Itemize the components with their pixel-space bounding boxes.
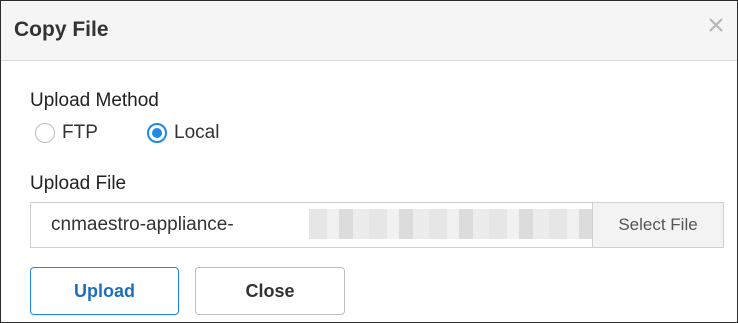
dialog-header: Copy File <box>1 1 737 61</box>
dialog-title: Copy File <box>14 18 109 41</box>
upload-file-value: cnmaestro-appliance- <box>51 214 234 235</box>
radio-local[interactable]: Local <box>147 121 219 145</box>
upload-file-label: Upload File <box>30 173 127 194</box>
upload-file-input[interactable]: cnmaestro-appliance- <box>31 203 592 247</box>
radio-local-label: Local <box>174 122 220 143</box>
copy-file-dialog: Copy File Upload Method FTP Local Upload… <box>0 0 738 323</box>
radio-ftp-circle[interactable] <box>35 123 55 143</box>
select-file-button[interactable]: Select File <box>592 203 723 247</box>
redacted-filename <box>309 209 592 239</box>
close-icon[interactable] <box>705 14 727 36</box>
upload-method-label: Upload Method <box>30 90 159 111</box>
radio-local-circle[interactable] <box>147 123 167 143</box>
radio-ftp-label: FTP <box>62 122 98 143</box>
upload-button[interactable]: Upload <box>30 267 179 315</box>
close-button[interactable]: Close <box>195 267 345 315</box>
radio-ftp[interactable]: FTP <box>35 121 98 145</box>
upload-file-group: cnmaestro-appliance- Select File <box>30 202 724 248</box>
